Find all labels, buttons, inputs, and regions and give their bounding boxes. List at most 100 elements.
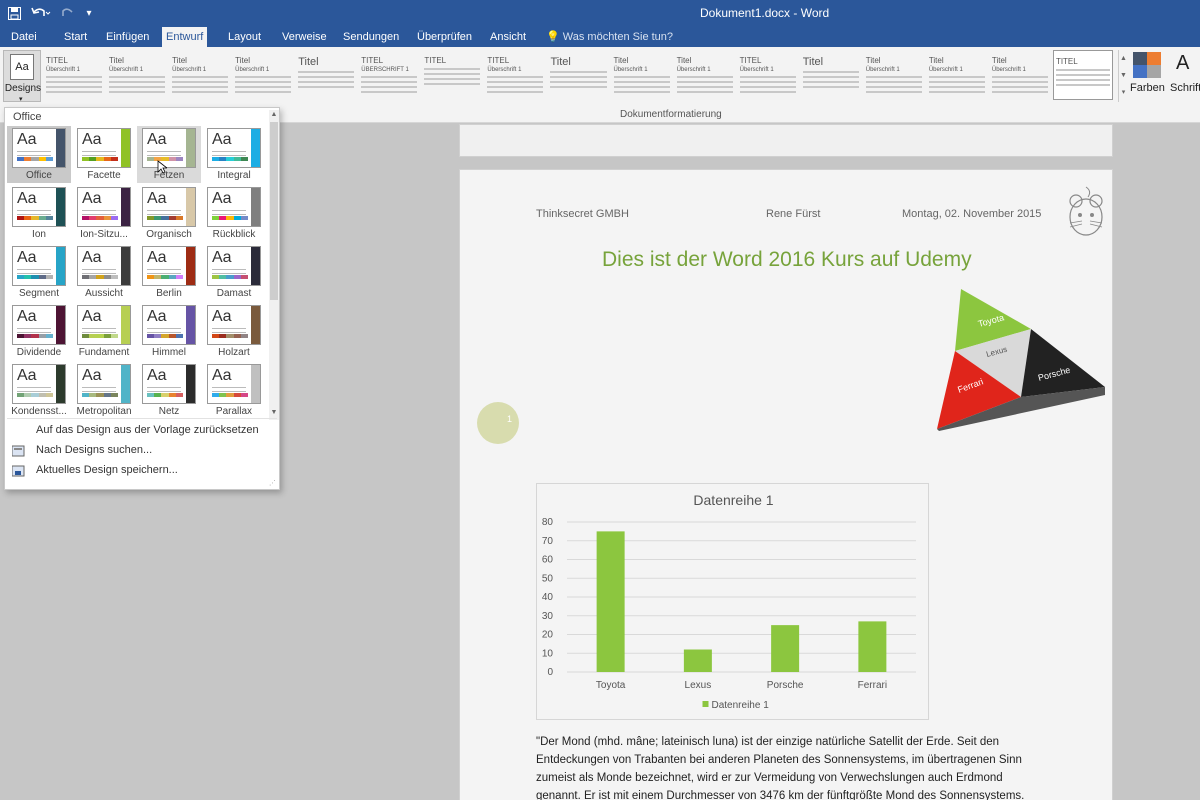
scroll-up-icon[interactable]: ▲ (1119, 50, 1128, 67)
dropdown-scrollbar[interactable]: ▲ ▼ (269, 110, 279, 420)
style-set-16[interactable]: Titel Überschrift 1 (990, 50, 1050, 100)
theme-netz[interactable]: Aa Netz (137, 362, 201, 419)
theme-thumbnail: Aa (77, 305, 131, 345)
style-set-17[interactable]: TITEL (1052, 50, 1113, 100)
designs-button[interactable]: Aa Designs ▾ (3, 50, 41, 103)
fonts-icon: A (1176, 52, 1190, 74)
tab-start[interactable]: Start (60, 27, 91, 47)
theme-integral[interactable]: Aa Integral (202, 126, 266, 183)
pyramid-segment-right[interactable] (1021, 329, 1105, 397)
theme-himmel[interactable]: Aa Himmel (137, 303, 201, 360)
style-set-7[interactable]: TITEL (422, 50, 482, 100)
style-set-13[interactable]: Titel (801, 50, 861, 100)
save-design-icon (12, 465, 25, 477)
style-set-15[interactable]: Titel Überschrift 1 (927, 50, 987, 100)
undo-icon[interactable] (30, 4, 52, 22)
theme-name: Dividende (16, 347, 62, 358)
tab-entwurf[interactable]: Entwurf (162, 27, 208, 47)
dropdown-divider (7, 418, 277, 419)
document-title[interactable]: Dies ist der Word 2016 Kurs auf Udemy (602, 248, 972, 272)
redo-icon[interactable] (60, 4, 76, 22)
tab-ansicht[interactable]: Ansicht (486, 27, 530, 47)
style-set-11[interactable]: Titel Überschrift 1 (675, 50, 735, 100)
theme-name: Office (26, 170, 52, 181)
header-date: Montag, 02. November 2015 (902, 208, 1042, 220)
save-design-command[interactable]: Aktuelles Design speichern... (36, 464, 178, 476)
scroll-down-icon[interactable]: ▼ (1119, 67, 1128, 84)
style-set-9[interactable]: Titel (548, 50, 608, 100)
theme-segment[interactable]: Aa Segment (7, 244, 71, 301)
resize-grip-icon[interactable]: ⋰ (269, 479, 276, 487)
tab-überprüfen[interactable]: Überprüfen (413, 27, 476, 47)
style-set-2[interactable]: Titel Überschrift 1 (107, 50, 167, 100)
theme-name: Aussicht (85, 288, 123, 299)
theme-thumbnail: Aa (207, 128, 261, 168)
theme-thumbnail: Aa (207, 305, 261, 345)
theme-fundament[interactable]: Aa Fundament (72, 303, 136, 360)
theme-name: Fundament (78, 347, 130, 358)
style-set-6[interactable]: TITEL ÜBERSCHRIFT 1 (359, 50, 419, 100)
tab-layout[interactable]: Layout (224, 27, 265, 47)
style-set-4[interactable]: Titel Überschrift 1 (233, 50, 293, 100)
tab-sendungen[interactable]: Sendungen (339, 27, 403, 47)
theme-name: Damast (216, 288, 252, 299)
style-set-8[interactable]: TITEL Überschrift 1 (485, 50, 545, 100)
header-company: Thinksecret GMBH (536, 208, 629, 220)
farben-button[interactable]: Farben (1130, 50, 1165, 120)
theme-holzart[interactable]: Aa Holzart (202, 303, 266, 360)
theme-berlin[interactable]: Aa Berlin (137, 244, 201, 301)
bar-toyota (596, 531, 625, 672)
theme-fetzen[interactable]: Aa Fetzen (137, 126, 201, 183)
save-icon[interactable] (6, 4, 22, 22)
scroll-down-icon[interactable]: ▼ (269, 408, 279, 418)
theme-ion[interactable]: Aa Ion (7, 185, 71, 242)
style-set-14[interactable]: Titel Überschrift 1 (864, 50, 924, 100)
numbered-circle[interactable]: 1 (477, 402, 519, 444)
theme-organisch[interactable]: Aa Organisch (137, 185, 201, 242)
theme-parallax[interactable]: Aa Parallax (202, 362, 266, 419)
window-title: Dokument1.docx - Word (700, 6, 830, 20)
bar-lexus (683, 649, 712, 672)
theme-rückblick[interactable]: Aa Rückblick (202, 185, 266, 242)
theme-facette[interactable]: Aa Facette (72, 126, 136, 183)
style-set-10[interactable]: Titel Überschrift 1 (612, 50, 672, 100)
tab-datei[interactable]: Datei (7, 27, 41, 47)
tab-verweise[interactable]: Verweise (278, 27, 331, 47)
theme-ion-sitzu[interactable]: Aa Ion-Sitzu... (72, 185, 136, 242)
reset-design-command[interactable]: Auf das Design aus der Vorlage zurückset… (36, 424, 259, 436)
theme-name: Fetzen (153, 170, 185, 181)
theme-metropolitan[interactable]: Aa Metropolitan (72, 362, 136, 419)
style-set-12[interactable]: TITEL Überschrift 1 (738, 50, 798, 100)
body-paragraph[interactable]: "Der Mond (mhd. mâne; lateinisch luna) i… (536, 733, 1056, 800)
theme-thumbnail: Aa (207, 246, 261, 286)
schriftarten-button[interactable]: A Schriftar (1170, 50, 1200, 120)
style-set-3[interactable]: Titel Überschrift 1 (170, 50, 230, 100)
customize-icon[interactable]: ▾ (84, 4, 94, 22)
scroll-up-icon[interactable]: ▲ (269, 110, 279, 120)
body-line: genannt. Er ist mit einem Durchmesser vo… (536, 790, 1025, 800)
theme-aussicht[interactable]: Aa Aussicht (72, 244, 136, 301)
scrollbar-thumb[interactable] (270, 122, 278, 300)
theme-name: Parallax (215, 406, 253, 417)
theme-name: Himmel (152, 347, 186, 358)
theme-office[interactable]: Aa Office (7, 126, 71, 183)
theme-name: Holzart (218, 347, 250, 358)
bar-chart[interactable]: Datenreihe 1 0 10 20 30 40 50 60 70 80 Toyota Lexus… (536, 483, 929, 720)
theme-name: Ion (32, 229, 46, 240)
theme-damast[interactable]: Aa Damast (202, 244, 266, 301)
theme-thumbnail: Aa (12, 246, 66, 286)
theme-thumbnail: Aa (77, 364, 131, 404)
gallery-scroll[interactable]: ▲ ▼ ▾ (1118, 50, 1128, 102)
expand-gallery-icon[interactable]: ▾ (1119, 84, 1128, 101)
previous-page (459, 124, 1113, 157)
style-set-1[interactable]: TITEL Überschrift 1 (44, 50, 104, 100)
theme-kondensst[interactable]: Aa Kondensst... (7, 362, 71, 419)
pyramid-graphic[interactable]: Toyota Lexus Ferrari Porsche (935, 289, 1107, 431)
tell-me-box[interactable]: 💡 Was möchten Sie tun? (546, 27, 673, 47)
dropdown-header: Office (13, 111, 42, 123)
theme-name: Berlin (156, 288, 182, 299)
theme-dividende[interactable]: Aa Dividende (7, 303, 71, 360)
tab-einfügen[interactable]: Einfügen (102, 27, 153, 47)
browse-designs-command[interactable]: Nach Designs suchen... (36, 444, 152, 456)
style-set-5[interactable]: Titel (296, 50, 356, 100)
